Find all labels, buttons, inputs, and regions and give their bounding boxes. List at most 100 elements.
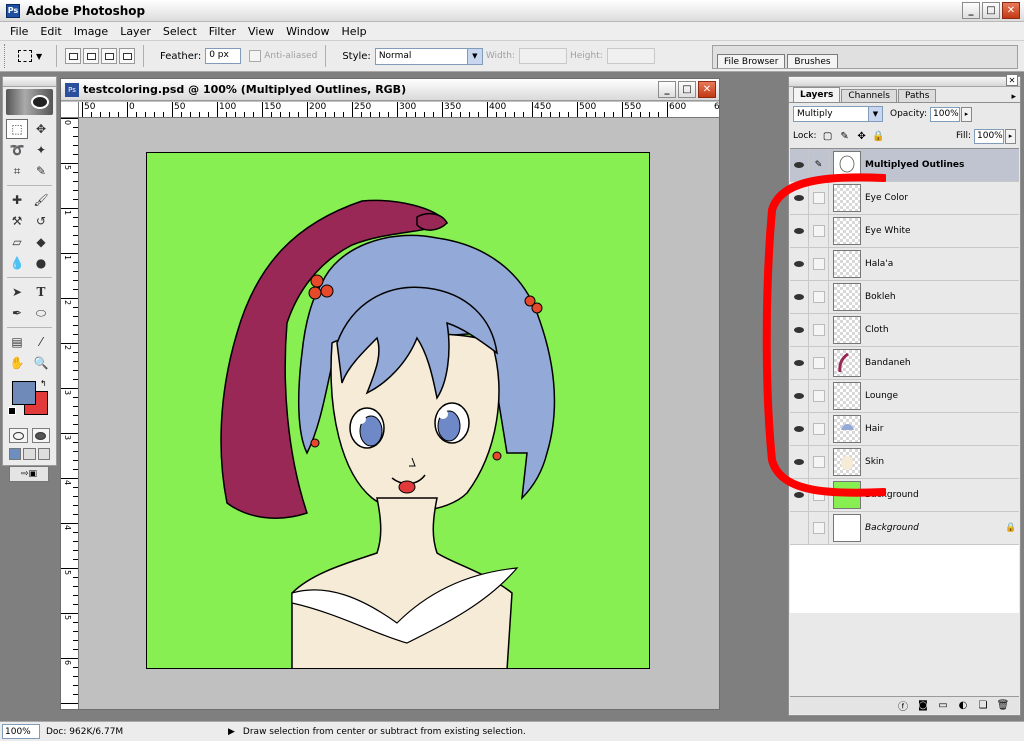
layer-visibility-toggle[interactable] [790,148,809,182]
doc-maximize-button[interactable]: □ [678,81,696,98]
menu-view[interactable]: View [242,25,280,38]
layer-thumbnail[interactable] [833,250,861,278]
shape-tool[interactable]: ⬭ [30,303,52,323]
marquee-tool[interactable]: ⬚ [6,119,28,139]
pen-tool[interactable]: ✒ [6,303,28,323]
layer-name[interactable]: Lounge [865,391,1019,401]
path-selection-tool[interactable]: ➤ [6,282,28,302]
layer-name[interactable]: Multiplyed Outlines [865,160,1019,170]
brush-tool[interactable]: 🖌 [30,190,52,210]
layer-name[interactable]: Hala'a [865,259,1019,269]
layer-thumbnail[interactable] [833,184,861,212]
eyedropper-tool[interactable]: ⁄ [30,332,52,352]
layer-row[interactable]: Hair [790,412,1019,446]
crop-tool[interactable]: ⌗ [6,161,28,181]
toolbox-header[interactable] [3,77,56,87]
menu-file[interactable]: File [4,25,34,38]
slice-tool[interactable]: ✎ [30,161,52,181]
fill-input[interactable]: 100% [974,128,1004,144]
layer-list[interactable]: ✎ Multiplyed Outlines Eye Color Eye White Ha… [790,148,1019,613]
layer-visibility-toggle[interactable] [790,247,809,281]
feather-input[interactable]: 0 px [205,48,242,64]
layer-row[interactable]: Hala'a [790,247,1019,281]
paint-bucket-tool[interactable]: ◆ [30,232,52,252]
height-input[interactable] [606,48,655,64]
canvas-area[interactable] [80,119,719,709]
doc-minimize-button[interactable]: _ [658,81,676,98]
full-screen-mode-button[interactable] [37,448,50,460]
adjustment-layer-icon[interactable]: ◐ [957,700,969,712]
menu-window[interactable]: Window [280,25,335,38]
layer-thumbnail[interactable] [833,415,861,443]
lock-pixels-icon[interactable]: ✎ [839,130,851,142]
layer-name[interactable]: Eye White [865,226,1019,236]
image-canvas[interactable] [146,152,650,669]
layer-link-toggle[interactable] [809,346,829,380]
layer-name[interactable]: Skin [865,457,1019,467]
layer-name[interactable]: Eye Color [865,193,1019,203]
tool-preset-picker[interactable]: ▼ [18,46,48,66]
intersect-selection-button[interactable] [119,48,135,64]
layer-visibility-toggle[interactable] [790,280,809,314]
layer-name[interactable]: Cloth [865,325,1019,335]
layer-name[interactable]: Bokleh [865,292,1019,302]
layer-thumbnail[interactable] [833,283,861,311]
vertical-ruler[interactable]: 0 5 1 1 2 2 3 3 4 4 5 5 6 [61,118,79,709]
options-bar-grip[interactable] [4,44,8,68]
layer-thumbnail[interactable] [833,514,861,542]
eraser-tool[interactable]: ▱ [6,232,28,252]
magic-wand-tool[interactable]: ✦ [30,140,52,160]
clone-stamp-tool[interactable]: ⚒ [6,211,28,231]
layer-link-toggle[interactable] [809,412,829,446]
full-screen-menu-mode-button[interactable] [23,448,36,460]
layer-link-toggle[interactable] [809,181,829,215]
standard-mode-button[interactable] [9,428,28,443]
tab-paths[interactable]: Paths [897,89,937,102]
tab-channels[interactable]: Channels [841,89,897,102]
subtract-from-selection-button[interactable] [101,48,117,64]
foreground-color-swatch[interactable] [12,381,36,405]
layer-visibility-toggle[interactable] [790,313,809,347]
default-colors-icon[interactable] [8,407,16,415]
document-size-info[interactable]: Doc: 962K/6.77M [46,727,222,737]
lock-transparency-icon[interactable]: ▢ [822,130,834,142]
doc-close-button[interactable]: ✕ [698,81,716,98]
dodge-tool[interactable]: ● [30,253,52,273]
palette-menu-icon[interactable]: ▸ [1011,92,1016,102]
menu-filter[interactable]: Filter [203,25,242,38]
swap-colors-icon[interactable]: ↰ [40,379,47,388]
lock-all-icon[interactable]: 🔒 [872,130,884,142]
blend-mode-select[interactable]: Multiply ▼ [793,106,883,122]
document-title-bar[interactable]: Ps testcoloring.psd @ 100% (Multiplyed O… [61,79,719,101]
trash-icon[interactable]: 🗑 [997,700,1010,712]
zoom-tool[interactable]: 🔍 [30,353,52,373]
lock-position-icon[interactable]: ✥ [856,130,868,142]
file-browser-tab[interactable]: File Browser [717,54,786,68]
hand-tool[interactable]: ✋ [6,353,28,373]
layer-name[interactable]: Background [865,523,1005,533]
quick-mask-mode-button[interactable] [31,428,50,443]
layer-link-toggle[interactable] [809,313,829,347]
adobe-online-logo[interactable] [6,89,53,115]
notes-tool[interactable]: ▤ [6,332,28,352]
layer-link-toggle[interactable] [809,511,829,545]
menu-help[interactable]: Help [336,25,373,38]
menu-layer[interactable]: Layer [114,25,157,38]
layer-style-icon[interactable]: ⓕ [897,700,909,713]
layer-row[interactable]: Bandaneh [790,346,1019,380]
layer-link-toggle[interactable] [809,478,829,512]
healing-brush-tool[interactable]: ✚ [6,190,28,210]
layer-thumbnail[interactable] [833,382,861,410]
layer-name[interactable]: Bandaneh [865,358,1019,368]
new-layer-icon[interactable]: ❏ [977,700,989,712]
layer-visibility-toggle[interactable] [790,511,809,545]
layer-name[interactable]: Background [865,490,1019,500]
layer-thumbnail[interactable] [833,151,861,179]
layer-row[interactable]: Lounge [790,379,1019,413]
layer-row[interactable]: Skin [790,445,1019,479]
history-brush-tool[interactable]: ↺ [30,211,52,231]
opacity-input[interactable]: 100% [930,106,960,122]
layer-row[interactable]: Cloth [790,313,1019,347]
layer-link-toggle[interactable] [809,379,829,413]
blur-tool[interactable]: 💧 [6,253,28,273]
